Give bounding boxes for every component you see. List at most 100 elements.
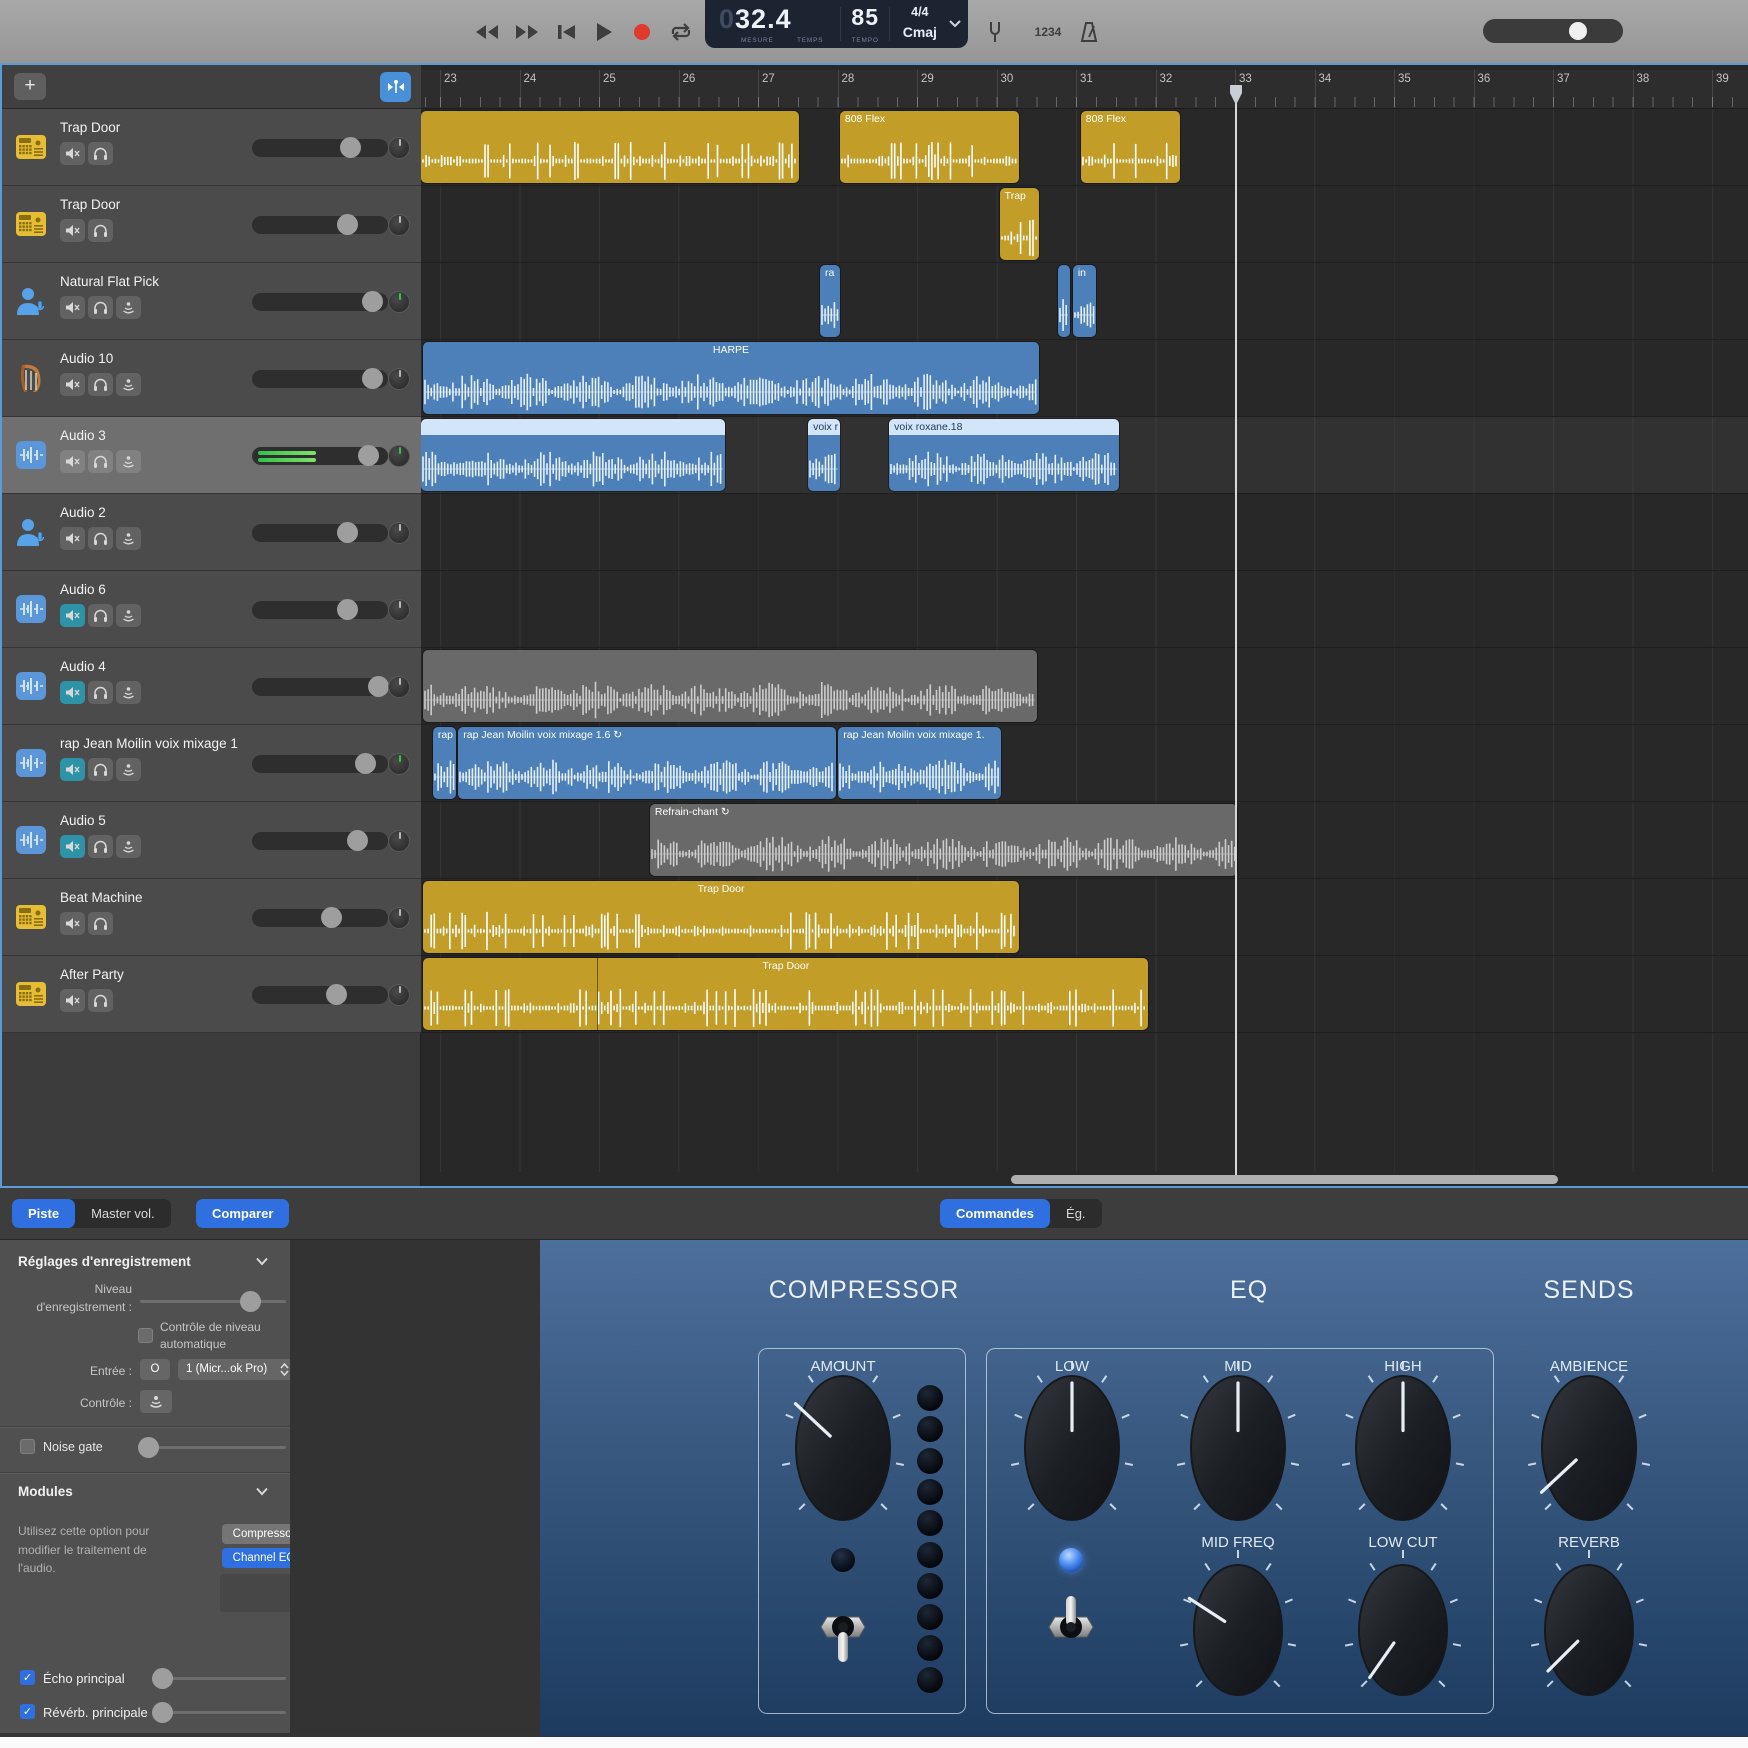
solo-button[interactable]	[88, 373, 113, 396]
region-clip-11[interactable]	[423, 650, 1037, 722]
noise-gate-slider[interactable]	[140, 1446, 286, 1449]
mute-button[interactable]	[60, 527, 85, 550]
mute-button[interactable]	[60, 758, 85, 781]
track-lane[interactable]	[421, 494, 1748, 571]
solo-button[interactable]	[88, 912, 113, 935]
volume-slider[interactable]	[252, 447, 388, 465]
pan-knob[interactable]	[388, 984, 410, 1006]
lcd-display[interactable]: 032.4 MESURE TEMPS 85 TEMPO 4/4 Cmaj	[705, 0, 968, 48]
volume-slider[interactable]	[252, 601, 388, 619]
chevron-down-icon[interactable]	[256, 1487, 267, 1498]
input-button[interactable]	[116, 758, 141, 781]
mute-button[interactable]	[60, 219, 85, 242]
volume-slider[interactable]	[252, 755, 388, 773]
volume-thumb[interactable]	[326, 984, 347, 1005]
track-header-audio-4[interactable]: Audio 4	[2, 648, 421, 725]
volume-slider[interactable]	[252, 216, 388, 234]
input-button[interactable]	[116, 527, 141, 550]
tab-master-vol-[interactable]: Master vol.	[75, 1199, 171, 1228]
input-monitoring-button[interactable]	[140, 1390, 172, 1413]
volume-thumb[interactable]	[362, 291, 383, 312]
region-rap-jean-moilin-voix-mixage-1-6[interactable]: rap Jean Moilin voix mixage 1.6 ↻	[458, 727, 836, 799]
volume-thumb[interactable]	[355, 753, 376, 774]
mute-button[interactable]	[60, 989, 85, 1012]
track-header-trap-door[interactable]: Trap Door	[2, 109, 421, 186]
pan-knob[interactable]	[388, 137, 410, 159]
track-header-audio-10[interactable]: Audio 10	[2, 340, 421, 417]
track-header-rap-jean-moilin-voix-mixage-1[interactable]: rap Jean Moilin voix mixage 1	[2, 725, 421, 802]
region-ra[interactable]: ra	[820, 265, 840, 337]
volume-thumb[interactable]	[347, 830, 368, 851]
play-button[interactable]	[587, 18, 621, 46]
region-harpe[interactable]: HARPE	[423, 342, 1038, 414]
tab-piste[interactable]: Piste	[12, 1199, 75, 1228]
volume-slider[interactable]	[252, 909, 388, 927]
volume-slider[interactable]	[252, 986, 388, 1004]
solo-button[interactable]	[88, 527, 113, 550]
region-trap-door[interactable]: Trap Door	[423, 958, 1148, 1030]
noise-gate-checkbox[interactable]	[20, 1439, 35, 1454]
track-header-audio-5[interactable]: Audio 5	[2, 802, 421, 879]
cycle-button[interactable]	[664, 18, 698, 46]
pan-knob[interactable]	[388, 907, 410, 929]
solo-button[interactable]	[88, 989, 113, 1012]
mute-button[interactable]	[60, 373, 85, 396]
input-button[interactable]	[116, 296, 141, 319]
volume-thumb[interactable]	[358, 445, 379, 466]
noise-gate-thumb[interactable]	[138, 1437, 159, 1458]
pan-knob[interactable]	[388, 753, 410, 775]
mute-button[interactable]	[60, 142, 85, 165]
volume-thumb[interactable]	[337, 214, 358, 235]
master-reverb-slider[interactable]	[152, 1711, 286, 1714]
tab--g-[interactable]: Ég.	[1050, 1199, 1102, 1228]
track-lane[interactable]	[421, 571, 1748, 648]
master-volume-slider[interactable]	[1483, 19, 1623, 43]
input-button[interactable]	[116, 604, 141, 627]
master-echo-slider[interactable]	[152, 1677, 286, 1680]
count-in-button[interactable]: 1234	[1026, 18, 1070, 46]
master-reverb-thumb[interactable]	[152, 1702, 173, 1723]
solo-button[interactable]	[88, 142, 113, 165]
pan-knob[interactable]	[388, 522, 410, 544]
volume-slider[interactable]	[252, 678, 388, 696]
volume-thumb[interactable]	[321, 907, 342, 928]
auto-level-checkbox[interactable]	[138, 1328, 153, 1343]
mute-button[interactable]	[60, 835, 85, 858]
volume-slider[interactable]	[252, 524, 388, 542]
pan-knob[interactable]	[388, 291, 410, 313]
volume-slider[interactable]	[252, 139, 388, 157]
region-in[interactable]: in	[1073, 265, 1096, 337]
track-header-after-party[interactable]: After Party	[2, 956, 421, 1033]
knob-mid[interactable]	[1172, 1357, 1304, 1539]
pan-knob[interactable]	[388, 830, 410, 852]
region-rap[interactable]: rap	[433, 727, 456, 799]
pan-knob[interactable]	[388, 599, 410, 621]
input-button[interactable]	[116, 835, 141, 858]
region-trap-door[interactable]: Trap Door	[423, 881, 1018, 953]
master-echo-thumb[interactable]	[152, 1668, 173, 1689]
volume-thumb[interactable]	[337, 522, 358, 543]
solo-button[interactable]	[88, 219, 113, 242]
solo-button[interactable]	[88, 758, 113, 781]
rewind-button[interactable]	[470, 18, 504, 46]
region-808-flex[interactable]: 808 Flex	[840, 111, 1019, 183]
knob-reverb[interactable]	[1526, 1546, 1652, 1714]
volume-thumb[interactable]	[340, 137, 361, 158]
input-source-dropdown[interactable]: 1 (Micr...ok Pro)	[178, 1359, 294, 1380]
pan-knob[interactable]	[388, 676, 410, 698]
region-trap[interactable]: Trap	[1000, 188, 1039, 260]
knob-amount[interactable]	[777, 1357, 909, 1539]
volume-thumb[interactable]	[368, 676, 389, 697]
volume-slider[interactable]	[252, 293, 388, 311]
compare-button[interactable]: Comparer	[196, 1199, 289, 1228]
master-echo-checkbox[interactable]: ✓	[20, 1670, 35, 1685]
input-button[interactable]	[116, 373, 141, 396]
track-header-audio-3[interactable]: Audio 3	[2, 417, 421, 494]
record-button[interactable]	[625, 18, 659, 46]
record-level-thumb[interactable]	[240, 1291, 261, 1312]
region-voix-roxane-18[interactable]: voix roxane.18	[889, 419, 1119, 491]
knob-low[interactable]	[1006, 1357, 1138, 1539]
master-reverb-checkbox[interactable]: ✓	[20, 1704, 35, 1719]
track-header-audio-2[interactable]: Audio 2	[2, 494, 421, 571]
mute-button[interactable]	[60, 912, 85, 935]
